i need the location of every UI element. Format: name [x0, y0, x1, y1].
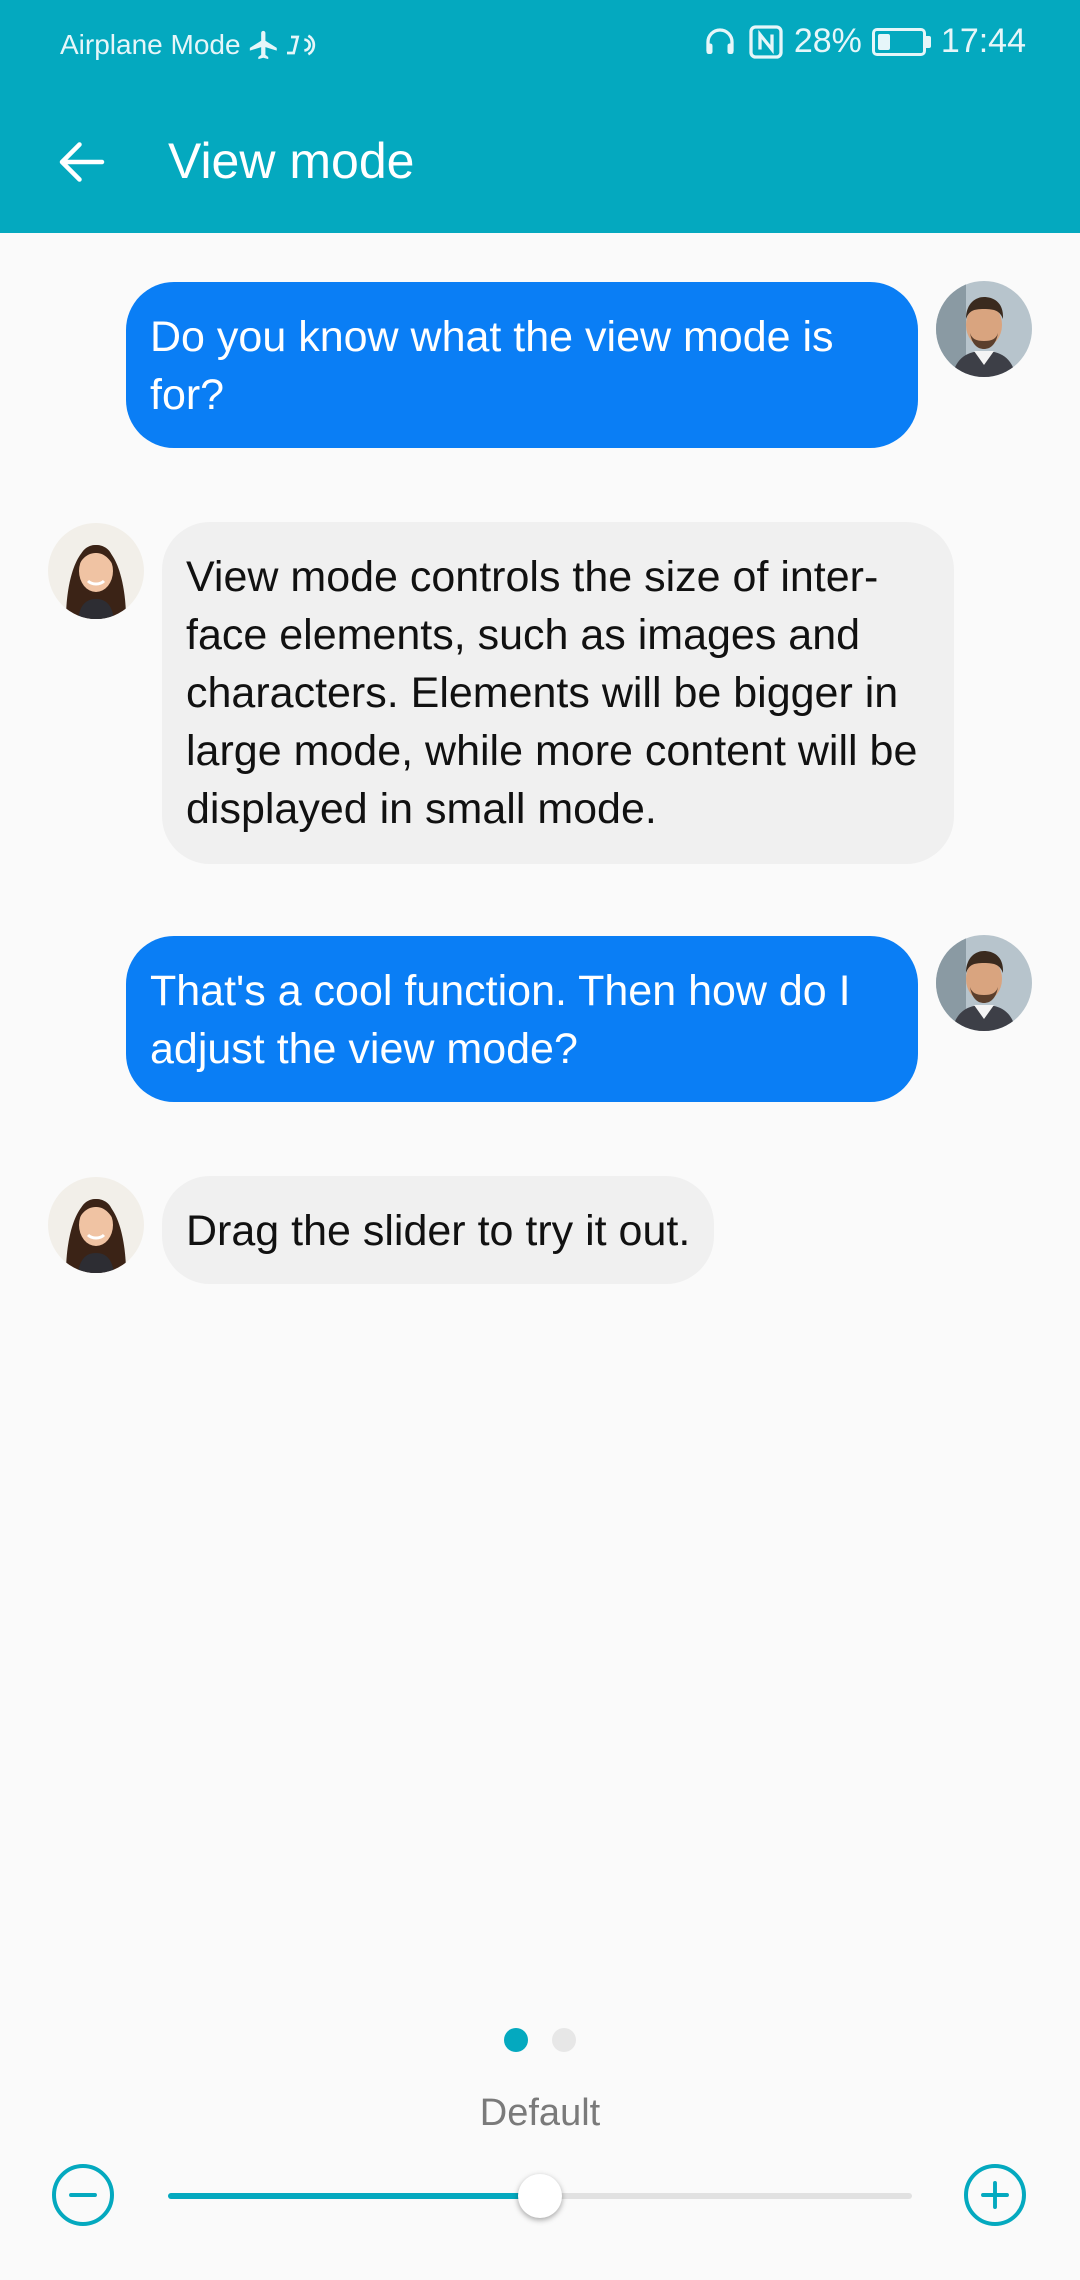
message-text: View mode controls the size of inter-fac… [186, 553, 918, 833]
headphones-icon [702, 24, 738, 60]
plus-circle-icon[interactable] [964, 2164, 1026, 2226]
nfc-icon [748, 24, 784, 60]
assistant-avatar [48, 1177, 144, 1273]
chat-bubble-assistant: Drag the slider to try it out. [162, 1176, 715, 1284]
chat-bubble-user: Do you know what the view mode is for? [126, 282, 918, 448]
message-text: That's a cool function. Then how do I ad… [150, 967, 851, 1073]
wifi-calling-icon [286, 29, 319, 61]
airplane-mode-label: Airplane Mode [60, 29, 241, 60]
assistant-avatar [48, 523, 144, 619]
airplane-icon [247, 28, 281, 62]
page-dot[interactable] [504, 2028, 528, 2052]
user-avatar [936, 281, 1032, 377]
message-text: Do you know what the view mode is for? [150, 313, 834, 419]
app-header: Airplane Mode 28% 17:44 View mode [0, 0, 1080, 233]
chat-bubble-assistant: View mode controls the size of inter-fac… [162, 522, 954, 864]
toolbar: View mode [0, 92, 1080, 233]
view-mode-slider-row [0, 2160, 1080, 2230]
user-avatar [936, 935, 1032, 1031]
page-indicator [0, 2028, 1080, 2052]
chat-bubble-user: That's a cool function. Then how do I ad… [126, 936, 918, 1102]
slider-fill [168, 2193, 540, 2199]
battery-icon [871, 27, 931, 56]
message-text: Drag the slider to try it out. [186, 1207, 691, 1255]
arrow-back-icon[interactable] [40, 120, 124, 204]
slider-thumb[interactable] [518, 2174, 562, 2218]
battery-percent: 28% [793, 22, 862, 60]
minus-circle-icon[interactable] [52, 2164, 114, 2226]
page-title: View mode [168, 133, 415, 189]
clock: 17:44 [940, 22, 1026, 60]
view-mode-label: Default [479, 2092, 601, 2134]
page-dot[interactable] [552, 2028, 576, 2052]
status-bar: Airplane Mode 28% 17:44 [0, 0, 1080, 92]
